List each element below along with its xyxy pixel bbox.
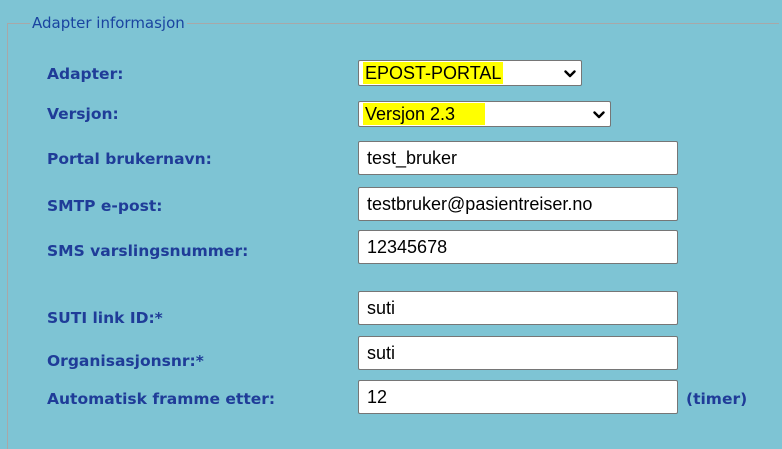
versjon-selected-value: Versjon 2.3	[363, 103, 486, 125]
adapter-selected-value: EPOST-PORTAL	[363, 62, 504, 84]
sms-varslingsnummer-label: SMS varslingsnummer:	[47, 242, 249, 260]
smtp-epost-input[interactable]: testbruker@pasientreiser.no	[358, 187, 678, 221]
sms-varslingsnummer-input[interactable]: 12345678	[358, 230, 678, 264]
portal-brukernavn-input[interactable]: test_bruker	[358, 141, 678, 175]
adapter-panel: Adapter informasjon Adapter: EPOST-PORTA…	[0, 0, 782, 449]
automatisk-framme-input[interactable]: 12	[358, 380, 678, 414]
chevron-down-icon	[564, 70, 576, 78]
adapter-select[interactable]: EPOST-PORTAL	[358, 60, 582, 86]
versjon-label: Versjon:	[47, 105, 119, 123]
suti-link-id-input[interactable]: suti	[358, 291, 678, 325]
organisasjonsnr-input[interactable]: suti	[358, 336, 678, 370]
portal-brukernavn-label: Portal brukernavn:	[47, 150, 212, 168]
smtp-epost-label: SMTP e-post:	[47, 197, 163, 215]
adapter-label: Adapter:	[47, 65, 124, 83]
organisasjonsnr-label: Organisasjonsnr:*	[47, 352, 204, 370]
suti-link-id-label: SUTI link ID:*	[47, 309, 163, 327]
timer-unit-label: (timer)	[686, 390, 748, 408]
chevron-down-icon	[593, 111, 605, 119]
section-legend: Adapter informasjon	[32, 14, 185, 32]
versjon-select[interactable]: Versjon 2.3	[358, 101, 611, 127]
automatisk-framme-label: Automatisk framme etter:	[47, 390, 276, 408]
